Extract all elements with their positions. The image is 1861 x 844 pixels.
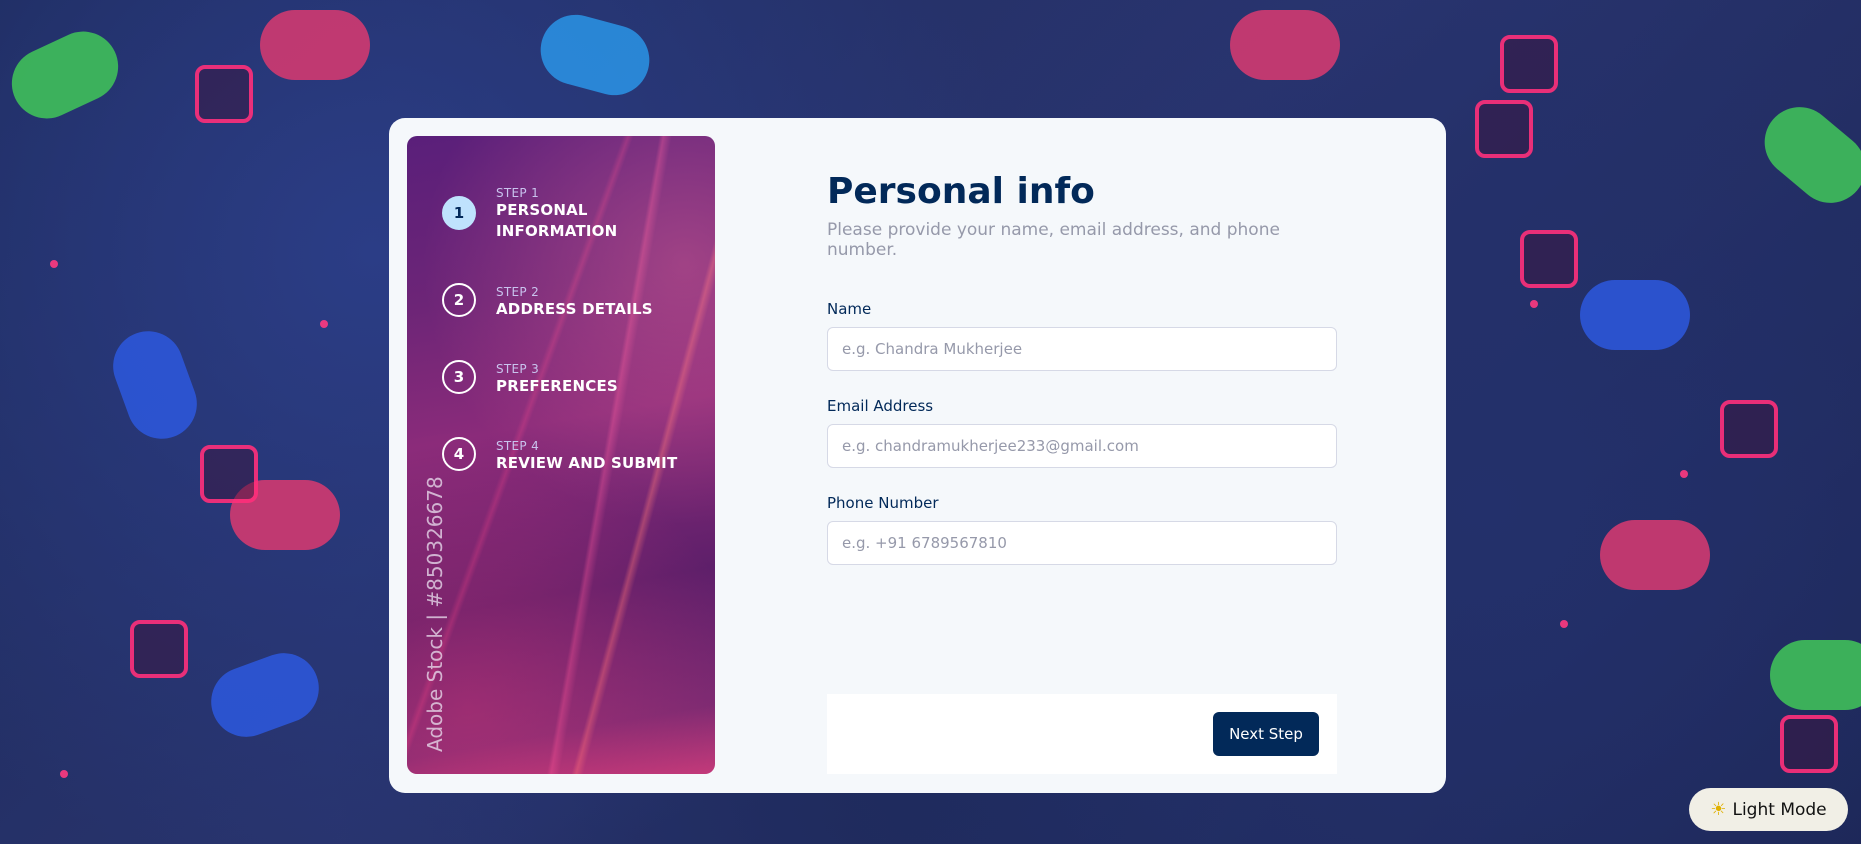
step-number-badge: 2 xyxy=(442,283,476,317)
step-number-badge: 3 xyxy=(442,360,476,394)
controller-graphic xyxy=(1600,520,1710,590)
email-input[interactable] xyxy=(827,424,1337,468)
pattern-square xyxy=(1500,35,1558,93)
pattern-square xyxy=(1780,715,1838,773)
page-subtitle: Please provide your name, email address,… xyxy=(827,220,1280,260)
pattern-square xyxy=(195,65,253,123)
pattern-square xyxy=(130,620,188,678)
pattern-dot xyxy=(1680,470,1688,478)
sun-icon: ☀ xyxy=(1710,799,1727,820)
controller-graphic xyxy=(532,6,658,104)
controller-graphic xyxy=(260,10,370,80)
page-title: Personal info xyxy=(827,171,1095,212)
controller-graphic xyxy=(1230,10,1340,80)
controller-graphic xyxy=(1750,92,1861,218)
step-item-preferences[interactable]: 3 STEP 3 PREFERENCES xyxy=(442,360,702,397)
controller-graphic xyxy=(1770,640,1861,710)
step-item-review-submit[interactable]: 4 STEP 4 REVIEW AND SUBMIT xyxy=(442,437,702,474)
name-field-group: Name xyxy=(827,300,1337,371)
step-item-address-details[interactable]: 2 STEP 2 ADDRESS DETAILS xyxy=(442,283,702,320)
step-number-badge: 4 xyxy=(442,437,476,471)
controller-graphic xyxy=(201,643,329,747)
phone-field-group: Phone Number xyxy=(827,494,1337,565)
email-label: Email Address xyxy=(827,397,934,415)
controller-graphic xyxy=(103,321,207,449)
step-title: ADDRESS DETAILS xyxy=(496,300,653,318)
step-title: PREFERENCES xyxy=(496,377,618,395)
pattern-dot xyxy=(1560,620,1568,628)
pattern-dot xyxy=(50,260,58,268)
phone-input[interactable] xyxy=(827,521,1337,565)
stock-watermark: Adobe Stock | #850326678 xyxy=(423,476,447,752)
step-label: STEP 1 xyxy=(496,186,540,200)
pattern-dot xyxy=(320,320,328,328)
form-content: Personal info Please provide your name, … xyxy=(827,170,1337,565)
phone-label: Phone Number xyxy=(827,494,939,512)
step-title: REVIEW AND SUBMIT xyxy=(496,454,678,472)
controller-graphic xyxy=(1580,280,1690,350)
step-label: STEP 4 xyxy=(496,439,540,453)
form-card: 1 STEP 1 PERSONAL INFORMATION 2 STEP 2 A… xyxy=(389,118,1446,793)
pattern-square xyxy=(1520,230,1578,288)
form-footer: Next Step xyxy=(827,694,1337,774)
theme-toggle-button[interactable]: ☀ Light Mode xyxy=(1689,788,1848,831)
next-step-button[interactable]: Next Step xyxy=(1213,712,1319,756)
step-number-badge: 1 xyxy=(442,196,476,230)
email-field-group: Email Address xyxy=(827,397,1337,468)
pattern-square xyxy=(1720,400,1778,458)
controller-graphic xyxy=(0,20,130,130)
step-title: PERSONAL INFORMATION xyxy=(496,201,618,240)
steps-sidebar: 1 STEP 1 PERSONAL INFORMATION 2 STEP 2 A… xyxy=(407,136,715,774)
step-label: STEP 3 xyxy=(496,362,540,376)
pattern-square xyxy=(1475,100,1533,158)
name-input[interactable] xyxy=(827,327,1337,371)
step-item-personal-info[interactable]: 1 STEP 1 PERSONAL INFORMATION xyxy=(442,186,702,242)
theme-toggle-label: Light Mode xyxy=(1732,799,1827,820)
pattern-dot xyxy=(1530,300,1538,308)
step-label: STEP 2 xyxy=(496,285,540,299)
name-label: Name xyxy=(827,300,872,318)
pattern-dot xyxy=(60,770,68,778)
pattern-square xyxy=(200,445,258,503)
